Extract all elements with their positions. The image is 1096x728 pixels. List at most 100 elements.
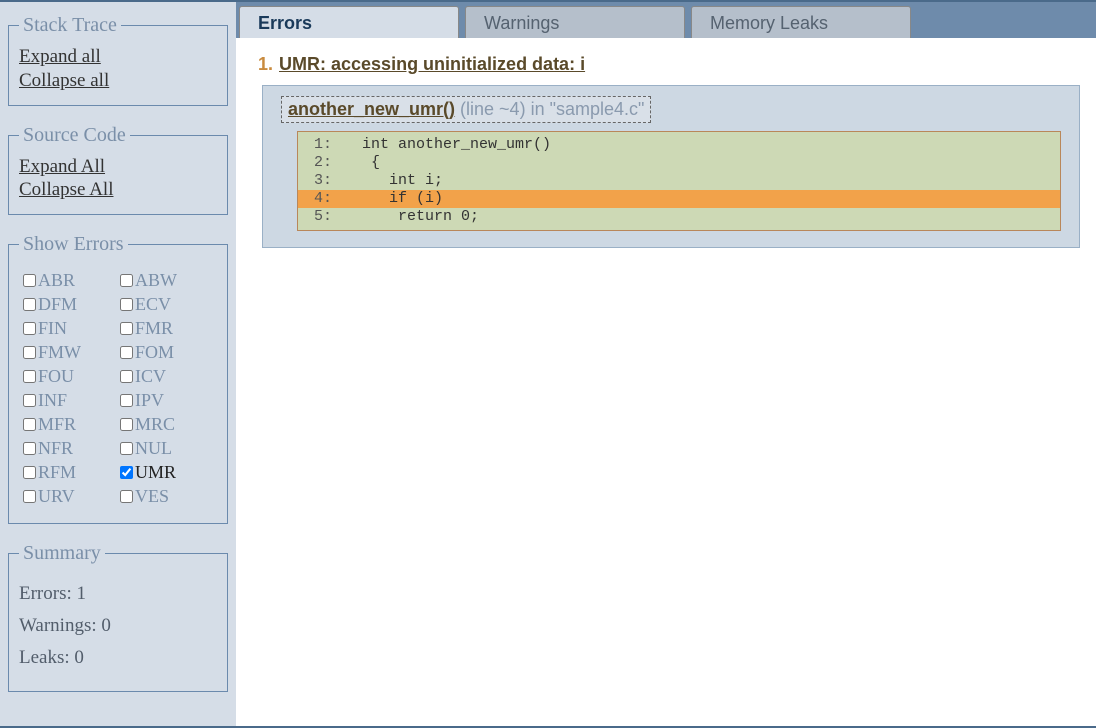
code-line-text: int another_new_umr() — [344, 136, 551, 154]
error-filter-inf[interactable]: INF — [23, 390, 116, 411]
error-filter-fin[interactable]: FIN — [23, 318, 116, 339]
tab-memory-leaks[interactable]: Memory Leaks — [691, 6, 911, 38]
error-title-link[interactable]: UMR: accessing uninitialized data: i — [279, 54, 585, 75]
error-filter-label: MFR — [38, 414, 76, 435]
error-number: 1. — [258, 54, 273, 75]
stack-trace-collapse-all[interactable]: Collapse all — [19, 69, 217, 93]
error-filter-mrc[interactable]: MRC — [120, 414, 213, 435]
error-filter-checkbox-abr[interactable] — [23, 274, 36, 287]
source-snippet: 1: int another_new_umr()2: {3: int i;4: … — [297, 131, 1061, 231]
summary-leaks: Leaks: 0 — [19, 647, 217, 669]
error-filter-label: FOM — [135, 342, 174, 363]
sidebar: Stack Trace Expand all Collapse all Sour… — [0, 2, 236, 726]
code-line-text: if (i) — [344, 190, 443, 208]
error-filter-label: FMW — [38, 342, 81, 363]
error-filter-checkbox-umr[interactable] — [120, 466, 133, 479]
code-line: 2: { — [298, 154, 1060, 172]
stack-trace-panel: Stack Trace Expand all Collapse all — [8, 14, 228, 106]
error-filter-checkbox-ves[interactable] — [120, 490, 133, 503]
source-code-collapse-all[interactable]: Collapse All — [19, 178, 217, 202]
error-filter-checkbox-fmr[interactable] — [120, 322, 133, 335]
error-filter-checkbox-fmw[interactable] — [23, 346, 36, 359]
summary-legend: Summary — [19, 542, 105, 565]
error-filter-checkbox-icv[interactable] — [120, 370, 133, 383]
code-line-text: int i; — [344, 172, 443, 190]
code-line-number: 3: — [308, 172, 344, 190]
error-filter-checkbox-abw[interactable] — [120, 274, 133, 287]
error-filter-urv[interactable]: URV — [23, 486, 116, 507]
tab-warnings[interactable]: Warnings — [465, 6, 685, 38]
code-line-highlighted: 4: if (i) — [298, 190, 1060, 208]
error-filter-fmw[interactable]: FMW — [23, 342, 116, 363]
code-line-number: 4: — [308, 190, 344, 208]
stack-trace-expand-all[interactable]: Expand all — [19, 45, 217, 69]
error-filter-checkbox-ipv[interactable] — [120, 394, 133, 407]
error-detail-box: another_new_umr() (line ~4) in "sample4.… — [262, 85, 1080, 248]
tab-bar: ErrorsWarningsMemory Leaks — [236, 2, 1096, 38]
error-filter-umr[interactable]: UMR — [120, 462, 213, 483]
source-code-expand-all[interactable]: Expand All — [19, 155, 217, 179]
error-filter-checkbox-nfr[interactable] — [23, 442, 36, 455]
error-filter-checkbox-nul[interactable] — [120, 442, 133, 455]
error-filter-checkbox-mfr[interactable] — [23, 418, 36, 431]
error-filter-checkbox-inf[interactable] — [23, 394, 36, 407]
error-filter-label: URV — [38, 486, 75, 507]
summary-panel: Summary Errors: 1 Warnings: 0 Leaks: 0 — [8, 542, 228, 692]
error-filter-icv[interactable]: ICV — [120, 366, 213, 387]
error-filter-ipv[interactable]: IPV — [120, 390, 213, 411]
content-pane: 1. UMR: accessing uninitialized data: i an… — [236, 38, 1096, 726]
stack-trace-legend: Stack Trace — [19, 14, 121, 37]
error-heading: 1. UMR: accessing uninitialized data: i — [258, 54, 1084, 75]
error-filter-mfr[interactable]: MFR — [23, 414, 116, 435]
source-code-legend: Source Code — [19, 124, 130, 147]
error-filter-label: UMR — [135, 462, 176, 483]
error-filter-label: NFR — [38, 438, 73, 459]
error-filter-checkbox-ecv[interactable] — [120, 298, 133, 311]
error-filter-fou[interactable]: FOU — [23, 366, 116, 387]
error-filter-label: INF — [38, 390, 67, 411]
error-filter-dfm[interactable]: DFM — [23, 294, 116, 315]
source-code-panel: Source Code Expand All Collapse All — [8, 124, 228, 216]
error-filter-label: ABR — [38, 270, 75, 291]
error-filter-checkbox-fou[interactable] — [23, 370, 36, 383]
code-line-text: return 0; — [344, 208, 479, 226]
error-filter-label: ABW — [135, 270, 177, 291]
error-filter-checkbox-fin[interactable] — [23, 322, 36, 335]
code-line: 1: int another_new_umr() — [298, 136, 1060, 154]
stack-frame-function-link[interactable]: another_new_umr() — [288, 99, 455, 119]
error-filter-label: FMR — [135, 318, 173, 339]
error-filter-ecv[interactable]: ECV — [120, 294, 213, 315]
error-filter-label: ECV — [135, 294, 171, 315]
tab-errors[interactable]: Errors — [239, 6, 459, 38]
show-errors-legend: Show Errors — [19, 233, 128, 256]
error-filter-checkbox-urv[interactable] — [23, 490, 36, 503]
error-filter-abr[interactable]: ABR — [23, 270, 116, 291]
error-filter-fom[interactable]: FOM — [120, 342, 213, 363]
error-item: 1. UMR: accessing uninitialized data: i an… — [248, 54, 1084, 248]
code-line: 3: int i; — [298, 172, 1060, 190]
stack-frame: another_new_umr() (line ~4) in "sample4.… — [281, 96, 651, 123]
code-line-number: 2: — [308, 154, 344, 172]
error-filter-label: VES — [135, 486, 169, 507]
error-filter-checkbox-fom[interactable] — [120, 346, 133, 359]
error-filter-label: ICV — [135, 366, 166, 387]
code-line-number: 5: — [308, 208, 344, 226]
show-errors-panel: Show Errors ABR ABW DFM ECV FIN FMR FMW FOM FOU I… — [8, 233, 228, 524]
error-filter-label: FIN — [38, 318, 67, 339]
error-filter-label: FOU — [38, 366, 74, 387]
error-filter-checkbox-dfm[interactable] — [23, 298, 36, 311]
error-filter-label: DFM — [38, 294, 77, 315]
stack-frame-location: (line ~4) in "sample4.c" — [455, 99, 644, 119]
error-filter-fmr[interactable]: FMR — [120, 318, 213, 339]
code-line-text: { — [344, 154, 380, 172]
error-filter-rfm[interactable]: RFM — [23, 462, 116, 483]
error-filter-label: RFM — [38, 462, 76, 483]
error-filter-ves[interactable]: VES — [120, 486, 213, 507]
error-filter-checkbox-rfm[interactable] — [23, 466, 36, 479]
error-filter-label: MRC — [135, 414, 175, 435]
error-filter-checkbox-mrc[interactable] — [120, 418, 133, 431]
error-filter-label: NUL — [135, 438, 172, 459]
error-filter-nfr[interactable]: NFR — [23, 438, 116, 459]
error-filter-abw[interactable]: ABW — [120, 270, 213, 291]
error-filter-nul[interactable]: NUL — [120, 438, 213, 459]
